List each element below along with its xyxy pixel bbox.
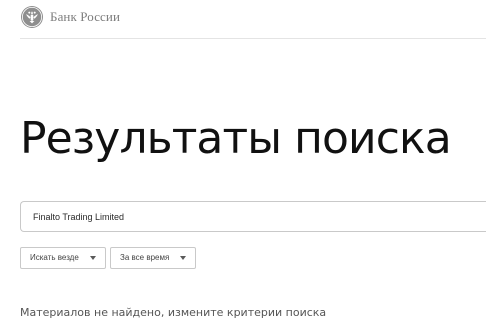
chevron-down-icon	[180, 256, 186, 260]
search-box[interactable]	[20, 201, 486, 232]
double-headed-eagle-emblem-icon	[21, 6, 43, 28]
period-filter-dropdown[interactable]: За все время	[110, 247, 196, 269]
search-input[interactable]	[33, 202, 473, 231]
period-filter-label: За все время	[120, 253, 170, 262]
scope-filter-label: Искать везде	[30, 253, 79, 262]
page-title: Результаты поиска	[20, 113, 452, 164]
chevron-down-icon	[90, 256, 96, 260]
no-results-message: Материалов не найдено, измените критерии…	[20, 306, 327, 319]
scope-filter-dropdown[interactable]: Искать везде	[20, 247, 106, 269]
bank-name: Банк России	[50, 9, 121, 24]
header-divider	[20, 38, 486, 39]
bank-logo-link[interactable]: Банк России	[20, 5, 120, 29]
site-header: Банк России	[0, 0, 486, 38]
